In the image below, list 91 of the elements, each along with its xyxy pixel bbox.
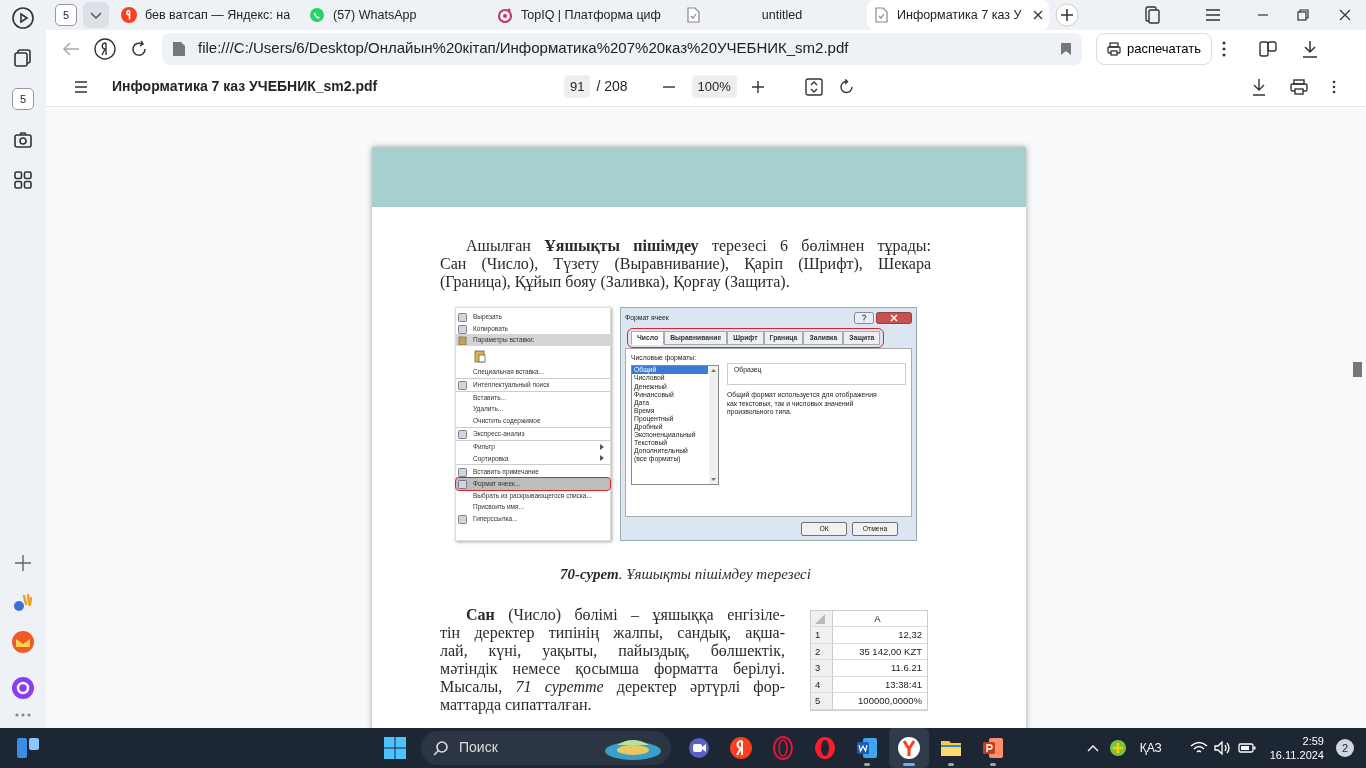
figure-caption: 70-сурет. Ұяшықты пішімдеу терезесі [559, 565, 812, 585]
letter-logo-icon [121, 7, 137, 24]
zoom-level-field[interactable]: 100% [691, 75, 737, 99]
page-total: / 208 [596, 77, 628, 97]
close-icon[interactable] [1339, 9, 1351, 22]
column-header: A [873, 611, 882, 626]
chevron-down-icon [83, 2, 109, 29]
row-number: 1 [811, 627, 833, 643]
ring-logo-icon [771, 735, 795, 760]
paragraph: Ашылған Ұяшықты пішімдеу терезесі 6 бөлімнен тұрады: Сан (Число), Түзету (Выравнивание), Қаріп (Шрифт), Шекара (Граница), Құйып бояу (Заливка), Қорғау (Защита). [440, 237, 931, 292]
search-icon [433, 739, 449, 756]
small-symbol-icon [458, 381, 467, 391]
printer-icon [1107, 41, 1121, 56]
letter-logo-icon [729, 735, 753, 760]
windows-start-icon[interactable] [383, 735, 407, 760]
scrollbar-icon [709, 366, 718, 485]
table-cell-text: 100000,0000% [857, 694, 923, 709]
new-tab-icon[interactable] [1055, 3, 1079, 28]
envelope-logo-icon[interactable] [11, 629, 35, 654]
keyboard-language[interactable]: ҚАЗ [1139, 738, 1162, 757]
clipboard-icon [458, 336, 467, 346]
print-button[interactable]: распечатать [1096, 32, 1212, 65]
tab-list-button[interactable] [83, 2, 109, 29]
search-field[interactable]: Поиск [421, 730, 671, 765]
more-icon[interactable] [1222, 40, 1226, 57]
plus-badge-icon[interactable] [1108, 738, 1127, 757]
table-cell-text: 12,32 [897, 628, 923, 643]
tab-count-badge[interactable]: 5 [12, 88, 34, 110]
corner-triangle-icon [815, 614, 825, 625]
close-icon[interactable] [1033, 10, 1043, 21]
dots-icon[interactable] [14, 711, 32, 718]
address-bar[interactable]: file:///C:/Users/6/Desktop/Онлайын%20кітап/Информатика%207%20каз%20УЧЕБНИК_sm2.pdf [162, 32, 1082, 65]
camera-icon[interactable] [13, 130, 33, 150]
close-icon[interactable] [876, 312, 912, 325]
camera-logo-icon [687, 735, 711, 760]
scrollbar-thumb[interactable] [1353, 362, 1362, 378]
more-icon[interactable] [1332, 79, 1336, 94]
document-logo-icon [855, 735, 879, 760]
play-icon[interactable] [11, 6, 35, 30]
hand-logo-icon[interactable] [12, 591, 34, 614]
browser-tab[interactable]: бев ватсап — Яндекс: на [115, 0, 297, 31]
tab-count-badge[interactable]: 5 [55, 4, 77, 27]
wifi-icon[interactable] [1189, 740, 1208, 755]
menu-icon[interactable] [74, 80, 88, 93]
browser-tab[interactable]: Информатика 7 каз У [867, 0, 1049, 31]
grid-icon[interactable] [13, 170, 33, 190]
small-symbol-icon [458, 514, 467, 524]
letter-logo-icon [897, 735, 921, 760]
row-number: 5 [811, 693, 833, 709]
taskbar-app-button[interactable] [889, 727, 929, 768]
ring-logo-icon [813, 735, 837, 760]
speaker-icon[interactable] [1213, 740, 1232, 755]
clipboard-icon[interactable] [474, 348, 486, 363]
table-cell-text: 35 142,00 KZT [858, 644, 923, 659]
download-icon[interactable] [1252, 77, 1266, 96]
stacked-pages-icon[interactable] [13, 48, 33, 68]
plus-icon[interactable] [14, 553, 32, 572]
slides-logo-icon [981, 735, 1005, 760]
clock-date[interactable]: 16.11.2024 [1269, 747, 1324, 762]
letter-logo-icon[interactable] [94, 37, 116, 60]
small-symbol-icon [458, 430, 467, 440]
fit-page-icon[interactable] [804, 77, 823, 96]
ring-logo-icon [497, 7, 513, 24]
page-number-field[interactable]: 91 [564, 75, 591, 99]
download-icon[interactable] [1302, 39, 1318, 58]
paragraph: Сан (Число) бөлімі – ұяшыққа енгізіле- тін деректер типінің жалпы, сандық, ақша- лай, күні, уақыты, пайыздық, бөлшектік, мәтіндік немесе қосымша форматта берілуі. Мысалы, 71 суретте деректер әртүрлі фор- маттарда сипатталған. [440, 605, 785, 714]
table-cell-text: 13:38:41 [884, 677, 923, 692]
rotate-icon[interactable] [838, 78, 855, 95]
document-icon [873, 7, 889, 24]
ring-logo-icon[interactable] [11, 675, 35, 700]
menu-icon[interactable] [1205, 8, 1221, 23]
document-icon [685, 7, 701, 24]
browser-tab[interactable]: (57) WhatsApp [303, 0, 485, 31]
browser-tab[interactable]: TopIQ | Платформа циф [491, 0, 673, 31]
table-cell-text: 11.6.21 [890, 661, 923, 676]
row-number: 3 [811, 660, 833, 676]
document-title: Информатика 7 каз УЧЕБНИК_sm2.pdf [112, 77, 379, 97]
chat-logo-icon [309, 7, 325, 24]
help-icon[interactable] [854, 312, 874, 325]
document-icon [172, 40, 186, 57]
battery-icon[interactable] [1237, 741, 1256, 754]
clock-time[interactable]: 2:59 [1302, 733, 1324, 748]
browser-tab[interactable]: untitled [679, 0, 861, 31]
chevron-up-icon[interactable] [1086, 743, 1099, 752]
reload-icon[interactable] [130, 39, 148, 58]
bookmark-icon[interactable] [1060, 41, 1072, 56]
zoom-in-icon[interactable] [750, 79, 765, 94]
restore-icon[interactable] [1297, 9, 1309, 22]
printer-icon[interactable] [1290, 78, 1308, 95]
notification-badge[interactable]: 2 [1336, 738, 1354, 757]
widgets-icon[interactable] [16, 736, 40, 759]
